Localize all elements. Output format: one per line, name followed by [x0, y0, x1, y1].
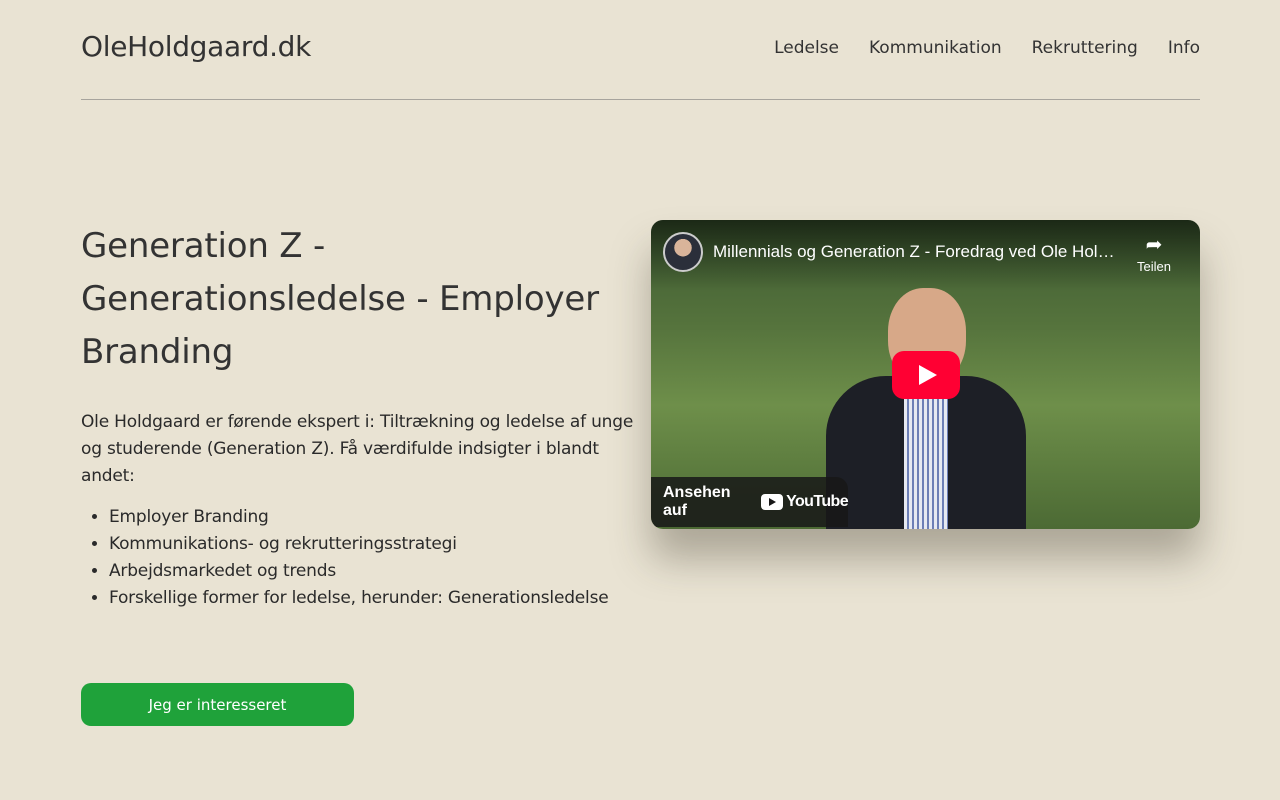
site-header: OleHoldgaard.dk Ledelse Kommunikation Re…	[81, 0, 1200, 100]
youtube-wordmark: YouTube	[786, 493, 848, 510]
nav-item-ledelse[interactable]: Ledelse	[774, 38, 839, 58]
hero-text: Generation Z - Generationsledelse - Empl…	[81, 220, 637, 612]
watch-label: Ansehen auf	[663, 484, 731, 519]
page-title: Generation Z - Generationsledelse - Empl…	[81, 226, 599, 372]
main-nav: Ledelse Kommunikation Rekruttering Info	[774, 38, 1200, 58]
video-title[interactable]: Millennials og Generation Z - Foredrag v…	[713, 242, 1123, 262]
youtube-embed[interactable]: Millennials og Generation Z - Foredrag v…	[651, 220, 1200, 529]
list-item: Arbejdsmarkedet og trends	[109, 558, 637, 585]
share-icon: ➦	[1145, 232, 1163, 256]
speaker-figure	[826, 288, 1026, 529]
interest-button[interactable]: Jeg er interesseret	[81, 683, 354, 726]
youtube-logo: YouTube	[761, 493, 849, 511]
list-item: Employer Branding	[109, 504, 637, 531]
nav-item-info[interactable]: Info	[1168, 38, 1200, 58]
share-button[interactable]: ➦ Teilen	[1132, 232, 1176, 275]
list-item: Kommunikations- og rekrutteringsstrategi	[109, 531, 637, 558]
nav-item-rekruttering[interactable]: Rekruttering	[1032, 38, 1138, 58]
nav-item-kommunikation[interactable]: Kommunikation	[869, 38, 1002, 58]
intro-paragraph: Ole Holdgaard er førende ekspert i: Tilt…	[81, 412, 634, 486]
topic-list: Employer Branding Kommunikations- og rek…	[81, 504, 637, 612]
channel-avatar[interactable]	[663, 232, 703, 272]
share-label: Teilen	[1137, 259, 1171, 274]
youtube-play-icon	[761, 494, 784, 510]
site-logo[interactable]: OleHoldgaard.dk	[81, 30, 311, 63]
speaker-shirt	[904, 380, 948, 529]
play-button[interactable]	[892, 351, 960, 399]
watch-on-youtube-button[interactable]: Ansehen auf YouTube	[651, 477, 849, 527]
list-item: Forskellige former for ledelse, herunder…	[109, 585, 637, 612]
